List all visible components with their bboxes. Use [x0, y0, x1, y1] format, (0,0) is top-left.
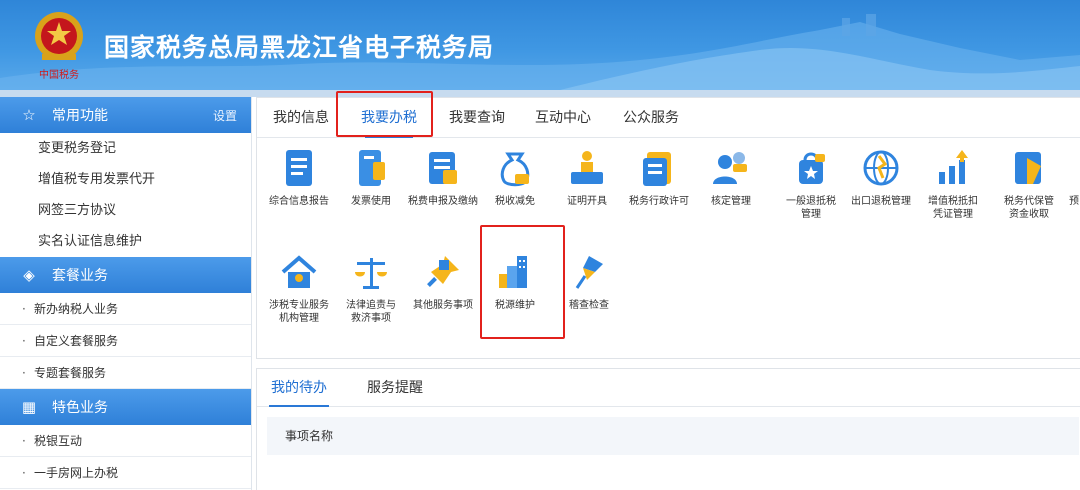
sidebar-item-new-house[interactable]: · 一手房网上办税 [0, 457, 251, 489]
certificate-icon [571, 151, 603, 184]
sidebar-item-change-registration[interactable]: 变更税务登记 [0, 133, 251, 164]
layers-icon: ◈ [23, 266, 35, 284]
sidebar-section-special[interactable]: ▦ 特色业务 [0, 389, 251, 425]
scales-icon [355, 258, 387, 289]
todo-table-header: 事项名称 [267, 417, 1079, 455]
globe-icon [863, 150, 899, 186]
pin-icon [427, 256, 459, 287]
declare-icon [429, 152, 457, 184]
site-header: 中国税务 国家税务总局黑龙江省电子税务局 [0, 0, 1080, 90]
sidebar-item-realname-auth[interactable]: 实名认证信息维护 [0, 226, 251, 257]
service-professional-agency[interactable]: 涉税专业服务 机构管理 [259, 250, 339, 325]
grid-icon: ▦ [21, 398, 37, 416]
header-divider [0, 90, 1080, 97]
service-permit[interactable]: 税务行政许可 [619, 146, 699, 208]
service-assessment[interactable]: 核定管理 [691, 146, 771, 208]
sidebar: ☆ 常用功能 设置 变更税务登记 增值税专用发票代开 网签三方协议 实名认证信息… [0, 97, 252, 490]
sidebar-item-custom-package[interactable]: · 自定义套餐服务 [0, 325, 251, 357]
sidebar-section-title: 特色业务 [52, 400, 108, 416]
sidebar-section-title: 套餐业务 [52, 268, 108, 284]
highlight-box-service [480, 225, 565, 339]
site-title: 国家税务总局黑龙江省电子税务局 [104, 33, 495, 62]
settings-link[interactable]: 设置 [213, 107, 237, 124]
tab-my-todo[interactable]: 我的待办 [269, 369, 329, 407]
highlight-box-tab [336, 91, 433, 137]
house-tools-icon [281, 255, 317, 288]
pushpin-icon [575, 256, 603, 289]
tab-my-info[interactable]: 我的信息 [273, 98, 329, 138]
tab-interaction[interactable]: 互动中心 [535, 98, 591, 138]
service-vat-deduction[interactable]: 增值税抵扣 凭证管理 [913, 146, 993, 221]
tab-query[interactable]: 我要查询 [449, 98, 505, 138]
service-refund[interactable]: 一般退抵税 管理 [771, 146, 851, 221]
service-certificate[interactable]: 证明开具 [547, 146, 627, 208]
report-icon [286, 150, 312, 186]
bullet-icon: · [22, 434, 26, 448]
invoice-icon [359, 150, 385, 186]
tax-emblem-icon: 中国税务 [35, 12, 83, 81]
service-tax-relief[interactable]: 税收减免 [475, 146, 555, 208]
bullet-icon: · [22, 366, 26, 380]
sidebar-section-package[interactable]: ◈ 套餐业务 [0, 257, 251, 293]
bullet-icon: · [22, 466, 26, 480]
sidebar-section-title: 常用功能 [52, 108, 108, 124]
tab-public-service[interactable]: 公众服务 [623, 98, 679, 138]
sidebar-item-vat-invoice[interactable]: 增值税专用发票代开 [0, 164, 251, 195]
bullet-icon: · [22, 302, 26, 316]
service-partial[interactable]: 预 [1041, 146, 1080, 208]
money-bag-icon [500, 152, 530, 187]
todo-panel: 我的待办 服务提醒 事项名称 [256, 368, 1080, 490]
service-legal-remedy[interactable]: 法律追责与 救济事项 [331, 250, 411, 325]
star-icon: ☆ [22, 106, 36, 124]
service-report[interactable]: 综合信息报告 [259, 146, 339, 208]
chart-up-icon [939, 150, 968, 184]
users-icon [713, 152, 747, 184]
refund-bag-icon [799, 152, 825, 184]
bullet-icon: · [22, 334, 26, 348]
sidebar-item-new-taxpayer[interactable]: · 新办纳税人业务 [0, 293, 251, 325]
service-declare[interactable]: 税费申报及缴纳 [403, 146, 483, 208]
service-invoice[interactable]: 发票使用 [331, 146, 411, 208]
svg-text:中国税务: 中国税务 [39, 68, 79, 81]
service-other[interactable]: 其他服务事项 [403, 250, 483, 312]
sidebar-item-bank-tax[interactable]: · 税银互动 [0, 425, 251, 457]
sidebar-item-tripartite-agreement[interactable]: 网签三方协议 [0, 195, 251, 226]
tab-service-reminder[interactable]: 服务提醒 [367, 369, 423, 407]
sidebar-section-common[interactable]: ☆ 常用功能 设置 [0, 97, 251, 133]
permit-icon [643, 152, 671, 186]
service-export-refund[interactable]: 出口退税管理 [841, 146, 921, 208]
todo-tabs: 我的待办 服务提醒 [257, 369, 1080, 407]
sidebar-item-topic-package[interactable]: · 专题套餐服务 [0, 357, 251, 389]
